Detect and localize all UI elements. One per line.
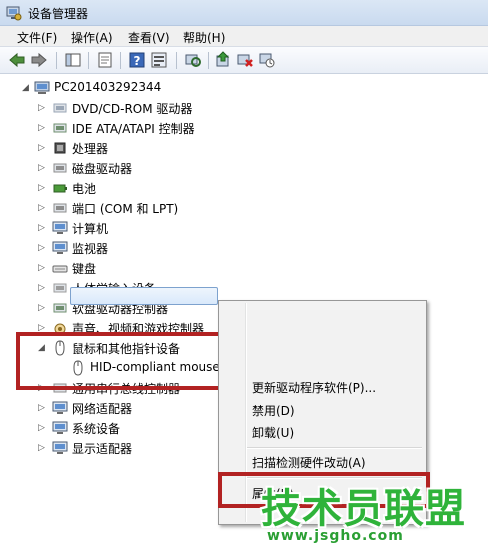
- show-hide-console-tree-icon[interactable]: [64, 51, 82, 69]
- toolbar: ?: [0, 46, 488, 74]
- watermark-url: www.jsgho.com: [267, 528, 404, 544]
- keyboard-icon: [52, 265, 68, 273]
- tree-item-label: 电池: [72, 182, 97, 196]
- expand-arrow-icon[interactable]: ▷: [38, 402, 47, 414]
- view-icon[interactable]: [150, 51, 168, 69]
- context-update-driver[interactable]: 更新驱动程序软件(P)...: [252, 379, 376, 396]
- context-scan-hardware[interactable]: 扫描检测硬件改动(A): [252, 454, 366, 471]
- floppy-controller-icon: [53, 303, 67, 313]
- tree-category[interactable]: ▷ 处理器: [0, 138, 488, 158]
- system-device-icon: [52, 421, 68, 434]
- help-icon[interactable]: ?: [128, 51, 146, 69]
- tree-category[interactable]: ▷ DVD/CD-ROM 驱动器: [0, 98, 488, 118]
- uninstall-device-icon[interactable]: [258, 51, 276, 69]
- tree-category[interactable]: ▷ 键盘: [0, 258, 488, 278]
- monitor-icon: [52, 241, 68, 254]
- expand-arrow-icon[interactable]: ▷: [38, 442, 47, 454]
- context-disable[interactable]: 禁用(D): [252, 402, 295, 419]
- expand-arrow-icon[interactable]: ▷: [38, 262, 47, 274]
- watermark-text: 技术员联盟: [261, 486, 466, 532]
- processor-icon: [54, 142, 66, 154]
- back-arrow-icon[interactable]: [8, 51, 26, 69]
- dvd-drive-icon: [53, 103, 67, 113]
- context-uninstall[interactable]: 卸载(U): [252, 424, 294, 441]
- tree-item-label: 显示适配器: [72, 442, 133, 456]
- tree-root-label: PC201403292344: [54, 80, 162, 94]
- tree-item-label: 系统设备: [72, 422, 121, 436]
- expand-arrow-icon[interactable]: ▷: [38, 422, 47, 434]
- tree-item-label: 键盘: [72, 262, 97, 276]
- update-driver-icon[interactable]: [214, 51, 232, 69]
- expand-arrow-icon[interactable]: ▷: [38, 182, 47, 194]
- tree-category[interactable]: ▷ 磁盘驱动器: [0, 158, 488, 178]
- expand-arrow-icon[interactable]: ▷: [38, 222, 47, 234]
- menu-view[interactable]: 查看(V): [128, 29, 170, 46]
- expand-arrow-icon[interactable]: ▷: [38, 202, 47, 214]
- forward-arrow-icon[interactable]: [30, 51, 48, 69]
- tree-item-label: DVD/CD-ROM 驱动器: [72, 102, 193, 116]
- expand-arrow-icon[interactable]: ▷: [38, 102, 47, 114]
- expand-arrow-icon[interactable]: ▷: [38, 122, 47, 134]
- selected-highlight: [70, 287, 218, 305]
- menu-help[interactable]: 帮助(H): [183, 29, 225, 46]
- disable-device-icon[interactable]: [236, 51, 254, 69]
- menu-bar: 文件(F) 操作(A) 查看(V) 帮助(H): [0, 26, 488, 46]
- disk-drive-icon: [53, 163, 67, 173]
- watermark: 技术员联盟 www.jsgho.com: [255, 470, 488, 548]
- tree-item-label: 计算机: [72, 222, 109, 236]
- network-icon: [52, 401, 68, 414]
- tree-item-label: 监视器: [72, 242, 109, 256]
- battery-icon: [53, 184, 67, 193]
- tree-item-label: 端口 (COM 和 LPT): [72, 202, 179, 216]
- expand-arrow-icon[interactable]: ▷: [38, 162, 47, 174]
- tree-category[interactable]: ▷ 端口 (COM 和 LPT): [0, 198, 488, 218]
- tree-category[interactable]: ▷ IDE ATA/ATAPI 控制器: [0, 118, 488, 138]
- title-bar: 设备管理器: [0, 0, 488, 26]
- tree-item-label: IDE ATA/ATAPI 控制器: [72, 122, 195, 136]
- computer-icon: [52, 221, 68, 234]
- tree-item-label: 处理器: [72, 142, 109, 156]
- expand-arrow-icon[interactable]: ▷: [38, 142, 47, 154]
- device-manager-icon: [6, 6, 22, 21]
- expand-arrow-icon[interactable]: ▷: [38, 282, 47, 294]
- tree-root[interactable]: ◢ PC201403292344: [0, 78, 488, 98]
- tree-category[interactable]: ▷ 电池: [0, 178, 488, 198]
- computer-icon: [34, 81, 50, 94]
- display-adapter-icon: [52, 441, 68, 454]
- menu-file[interactable]: 文件(F): [17, 29, 57, 46]
- highlight-box-mouse-devices: [16, 332, 242, 390]
- properties-icon[interactable]: [96, 51, 114, 69]
- ide-controller-icon: [53, 123, 67, 133]
- scan-hardware-icon[interactable]: [184, 51, 202, 69]
- expand-arrow-icon[interactable]: ▷: [38, 302, 47, 314]
- tree-item-label: 磁盘驱动器: [72, 162, 133, 176]
- window-title: 设备管理器: [28, 7, 89, 21]
- menu-action[interactable]: 操作(A): [71, 29, 113, 46]
- expand-arrow-icon[interactable]: ▷: [38, 242, 47, 254]
- tree-item-label: 网络适配器: [72, 402, 133, 416]
- port-icon: [53, 203, 67, 213]
- tree-category[interactable]: ▷ 计算机: [0, 218, 488, 238]
- svg-text:?: ?: [134, 54, 141, 68]
- hid-icon: [53, 283, 67, 293]
- tree-category[interactable]: ▷ 监视器: [0, 238, 488, 258]
- collapse-arrow-icon[interactable]: ◢: [22, 82, 31, 94]
